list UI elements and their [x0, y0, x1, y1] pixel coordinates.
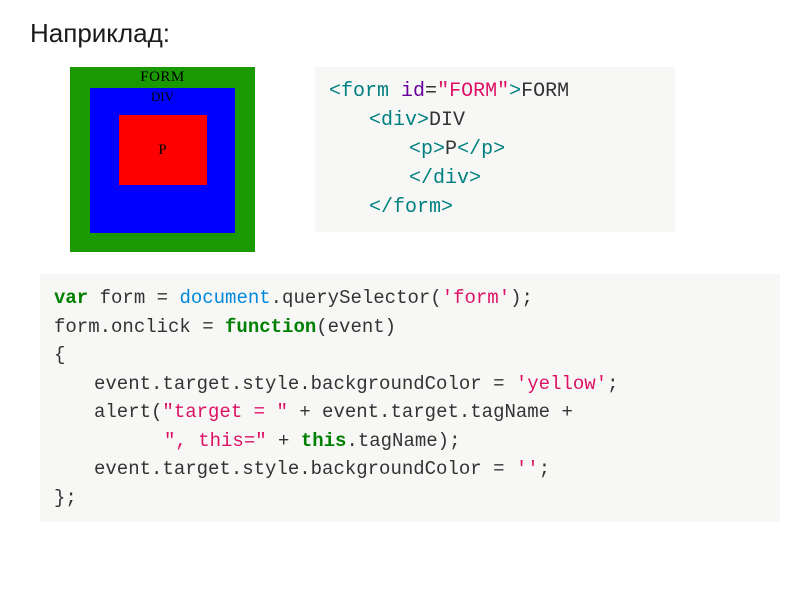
code-line: alert("target = " + event.target.tagName… [54, 398, 766, 427]
code-line: { [54, 341, 766, 370]
div-label: DIV [151, 88, 174, 105]
nested-box-form: FORM DIV P [70, 67, 255, 252]
code-line: event.target.style.backgroundColor = 'ye… [54, 370, 766, 399]
code-line: ", this=" + this.tagName); [54, 427, 766, 456]
slide-heading: Наприклад: [30, 18, 770, 49]
code-line: form.onclick = function(event) [54, 313, 766, 342]
code-line: <p>P</p> [329, 135, 661, 164]
code-line: </div> [329, 164, 661, 193]
p-label: P [158, 142, 166, 159]
code-line: }; [54, 484, 766, 513]
code-line: </form> [329, 193, 661, 222]
code-line: <form id="FORM">FORM [329, 77, 661, 106]
html-code-block: <form id="FORM">FORM <div>DIV <p>P</p> <… [315, 67, 675, 232]
code-line: var form = document.querySelector('form'… [54, 284, 766, 313]
form-label: FORM [140, 67, 185, 86]
js-code-block: var form = document.querySelector('form'… [40, 274, 780, 522]
top-row: FORM DIV P <form id="FORM">FORM <div>DIV… [70, 67, 770, 252]
nested-box-p: P [119, 115, 207, 185]
code-line: event.target.style.backgroundColor = ''; [54, 455, 766, 484]
slide: Наприклад: FORM DIV P <form id="FORM">FO… [0, 0, 800, 600]
code-line: <div>DIV [329, 106, 661, 135]
nested-box-div: DIV P [90, 88, 235, 233]
